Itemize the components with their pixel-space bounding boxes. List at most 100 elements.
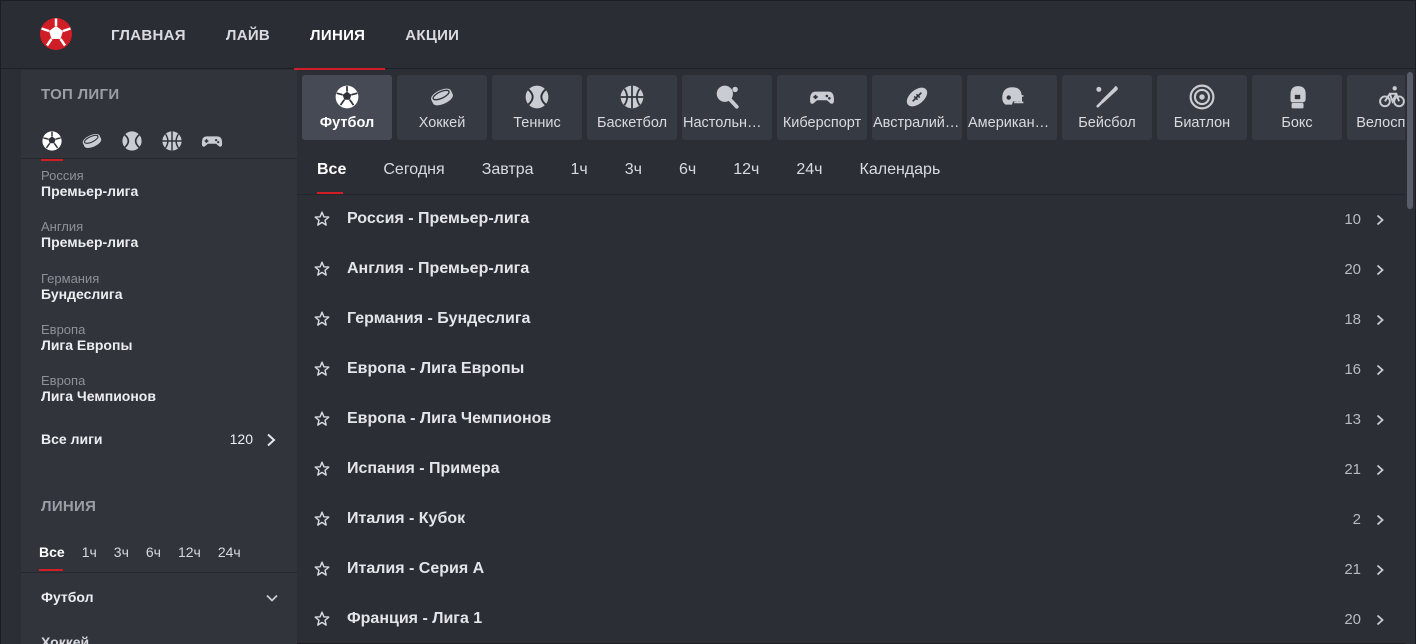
league-row-name: Англия - Премьер-лига bbox=[347, 260, 530, 277]
time-tab-0[interactable]: Все bbox=[317, 161, 346, 194]
star-icon[interactable] bbox=[314, 461, 330, 477]
basketball-icon[interactable] bbox=[161, 130, 183, 152]
star-icon[interactable] bbox=[314, 561, 330, 577]
star-icon[interactable] bbox=[314, 411, 330, 427]
sport-tile[interactable]: Настольный теннис bbox=[682, 75, 772, 140]
league-row-count: 16 bbox=[1344, 361, 1361, 378]
sport-tile-label: Американский футбол bbox=[968, 115, 1056, 131]
tennis-ball-icon[interactable] bbox=[121, 130, 143, 152]
sidebar-filter-4[interactable]: 12ч bbox=[178, 544, 201, 560]
time-tab-3[interactable]: 1ч bbox=[571, 161, 588, 179]
sport-tile-label: Велоспорт bbox=[1356, 115, 1405, 131]
star-icon[interactable] bbox=[314, 261, 330, 277]
league-row-count: 13 bbox=[1344, 411, 1361, 428]
sport-tile[interactable]: Велоспорт bbox=[1347, 75, 1405, 140]
sport-tile[interactable]: Баскетбол bbox=[587, 75, 677, 140]
hockey-puck-icon bbox=[429, 84, 455, 110]
chevron-right-icon bbox=[1375, 463, 1385, 476]
baseball-bat-icon bbox=[1094, 84, 1120, 110]
sport-tile[interactable]: Биатлон bbox=[1157, 75, 1247, 140]
nav-item-2[interactable]: ЛИНИЯ bbox=[290, 1, 386, 70]
left-gutter bbox=[1, 70, 21, 644]
league-name: Премьер-лига bbox=[41, 183, 139, 199]
league-row[interactable]: Испания - Примера 21 bbox=[297, 444, 1405, 494]
league-country: Европа bbox=[41, 373, 86, 388]
sport-tile[interactable]: Американский футбол bbox=[967, 75, 1057, 140]
sidebar-filter-3[interactable]: 6ч bbox=[146, 544, 161, 560]
sidebar-filter-0[interactable]: Все bbox=[39, 544, 65, 571]
league-row[interactable]: Франция - Лига 1 20 bbox=[297, 594, 1405, 644]
top-leagues-title: ТОП ЛИГИ bbox=[41, 86, 120, 103]
tennis-ball-icon bbox=[524, 84, 550, 110]
sport-tile-label: Теннис bbox=[513, 115, 561, 131]
time-tab-7[interactable]: 24ч bbox=[796, 161, 822, 179]
football-logo-icon[interactable] bbox=[39, 17, 73, 51]
all-leagues-link[interactable]: Все лиги 120 bbox=[41, 431, 281, 451]
league-list: Россия - Премьер-лига 10 Англия - Премьер-… bbox=[297, 194, 1405, 644]
table-tennis-icon bbox=[714, 84, 740, 110]
bicycle-icon bbox=[1379, 84, 1405, 110]
time-tab-4[interactable]: 3ч bbox=[625, 161, 642, 179]
sport-tile-label: Баскетбол bbox=[596, 115, 668, 131]
star-icon[interactable] bbox=[314, 211, 330, 227]
gamepad-icon[interactable] bbox=[201, 130, 223, 152]
sport-tile-label: Бокс bbox=[1281, 115, 1313, 131]
chevron-right-icon bbox=[1375, 313, 1385, 326]
top-league-item[interactable]: Россия Премьер-лига bbox=[41, 168, 138, 200]
sport-tile[interactable]: Бейсбол bbox=[1062, 75, 1152, 140]
sport-tile[interactable]: Теннис bbox=[492, 75, 582, 140]
sidebar-filter-2[interactable]: 3ч bbox=[114, 544, 129, 560]
top-league-item[interactable]: Европа Лига Европы bbox=[41, 322, 132, 354]
top-league-item[interactable]: Европа Лига Чемпионов bbox=[41, 373, 156, 405]
league-name: Бундеслига bbox=[41, 286, 123, 302]
top-league-item[interactable]: Германия Бундеслига bbox=[41, 271, 123, 303]
all-leagues-count: 120 bbox=[229, 431, 253, 447]
league-row[interactable]: Германия - Бундеслига 18 bbox=[297, 294, 1405, 344]
sport-tile[interactable]: Австралийский футбол bbox=[872, 75, 962, 140]
scrollbar-thumb[interactable] bbox=[1407, 72, 1413, 209]
sport-group-hockey-partial[interactable]: Хоккей bbox=[41, 634, 89, 644]
league-row[interactable]: Италия - Серия А 21 bbox=[297, 544, 1405, 594]
time-tab-6[interactable]: 12ч bbox=[733, 161, 759, 179]
time-tab-5[interactable]: 6ч bbox=[679, 161, 696, 179]
top-league-item[interactable]: Англия Премьер-лига bbox=[41, 219, 138, 251]
nav-item-1[interactable]: ЛАЙВ bbox=[206, 1, 290, 69]
star-icon[interactable] bbox=[314, 361, 330, 377]
top-navigation-bar: ГЛАВНАЯ ЛАЙВ ЛИНИЯ АКЦИИ bbox=[1, 1, 1415, 70]
league-country: Европа bbox=[41, 322, 86, 337]
league-row[interactable]: Европа - Лига Чемпионов 13 bbox=[297, 394, 1405, 444]
divider bbox=[21, 572, 297, 573]
sidebar-filter-1[interactable]: 1ч bbox=[82, 544, 97, 560]
sport-tile[interactable]: Хоккей bbox=[397, 75, 487, 140]
star-icon[interactable] bbox=[314, 311, 330, 327]
sport-tile[interactable]: Киберспорт bbox=[777, 75, 867, 140]
league-row[interactable]: Россия - Премьер-лига 10 bbox=[297, 194, 1405, 244]
time-tab-2[interactable]: Завтра bbox=[482, 161, 534, 179]
sport-tile-label: Киберспорт bbox=[782, 115, 862, 131]
star-icon[interactable] bbox=[314, 511, 330, 527]
league-row[interactable]: Европа - Лига Европы 16 bbox=[297, 344, 1405, 394]
nav-item-0[interactable]: ГЛАВНАЯ bbox=[91, 1, 206, 69]
league-country: Россия bbox=[41, 168, 84, 183]
nav-item-3[interactable]: АКЦИИ bbox=[385, 1, 479, 69]
time-tab-1[interactable]: Сегодня bbox=[383, 161, 444, 179]
league-row[interactable]: Англия - Премьер-лига 20 bbox=[297, 244, 1405, 294]
league-row[interactable]: Италия - Кубок 2 bbox=[297, 494, 1405, 544]
league-country: Германия bbox=[41, 271, 100, 286]
sport-tile-label: Футбол bbox=[319, 115, 375, 131]
sport-tile[interactable]: Бокс bbox=[1252, 75, 1342, 140]
sidebar-filter-5[interactable]: 24ч bbox=[218, 544, 241, 560]
hockey-puck-icon[interactable] bbox=[81, 130, 103, 152]
league-country: Англия bbox=[41, 219, 84, 234]
chevron-right-icon bbox=[1375, 513, 1385, 526]
star-icon[interactable] bbox=[314, 611, 330, 627]
sport-group-football[interactable]: Футбол bbox=[41, 589, 281, 605]
chevron-right-icon bbox=[1375, 613, 1385, 626]
soccer-ball-icon[interactable] bbox=[41, 130, 63, 161]
all-leagues-label: Все лиги bbox=[41, 431, 103, 447]
sport-tile[interactable]: Футбол bbox=[302, 75, 392, 140]
time-tab-8[interactable]: Календарь bbox=[860, 161, 941, 179]
divider bbox=[21, 158, 297, 159]
time-filter-tabs: Все Сегодня Завтра 1ч 3ч 6ч 12ч 24ч Календарь bbox=[297, 145, 1405, 195]
scrollbar[interactable] bbox=[1405, 70, 1415, 644]
